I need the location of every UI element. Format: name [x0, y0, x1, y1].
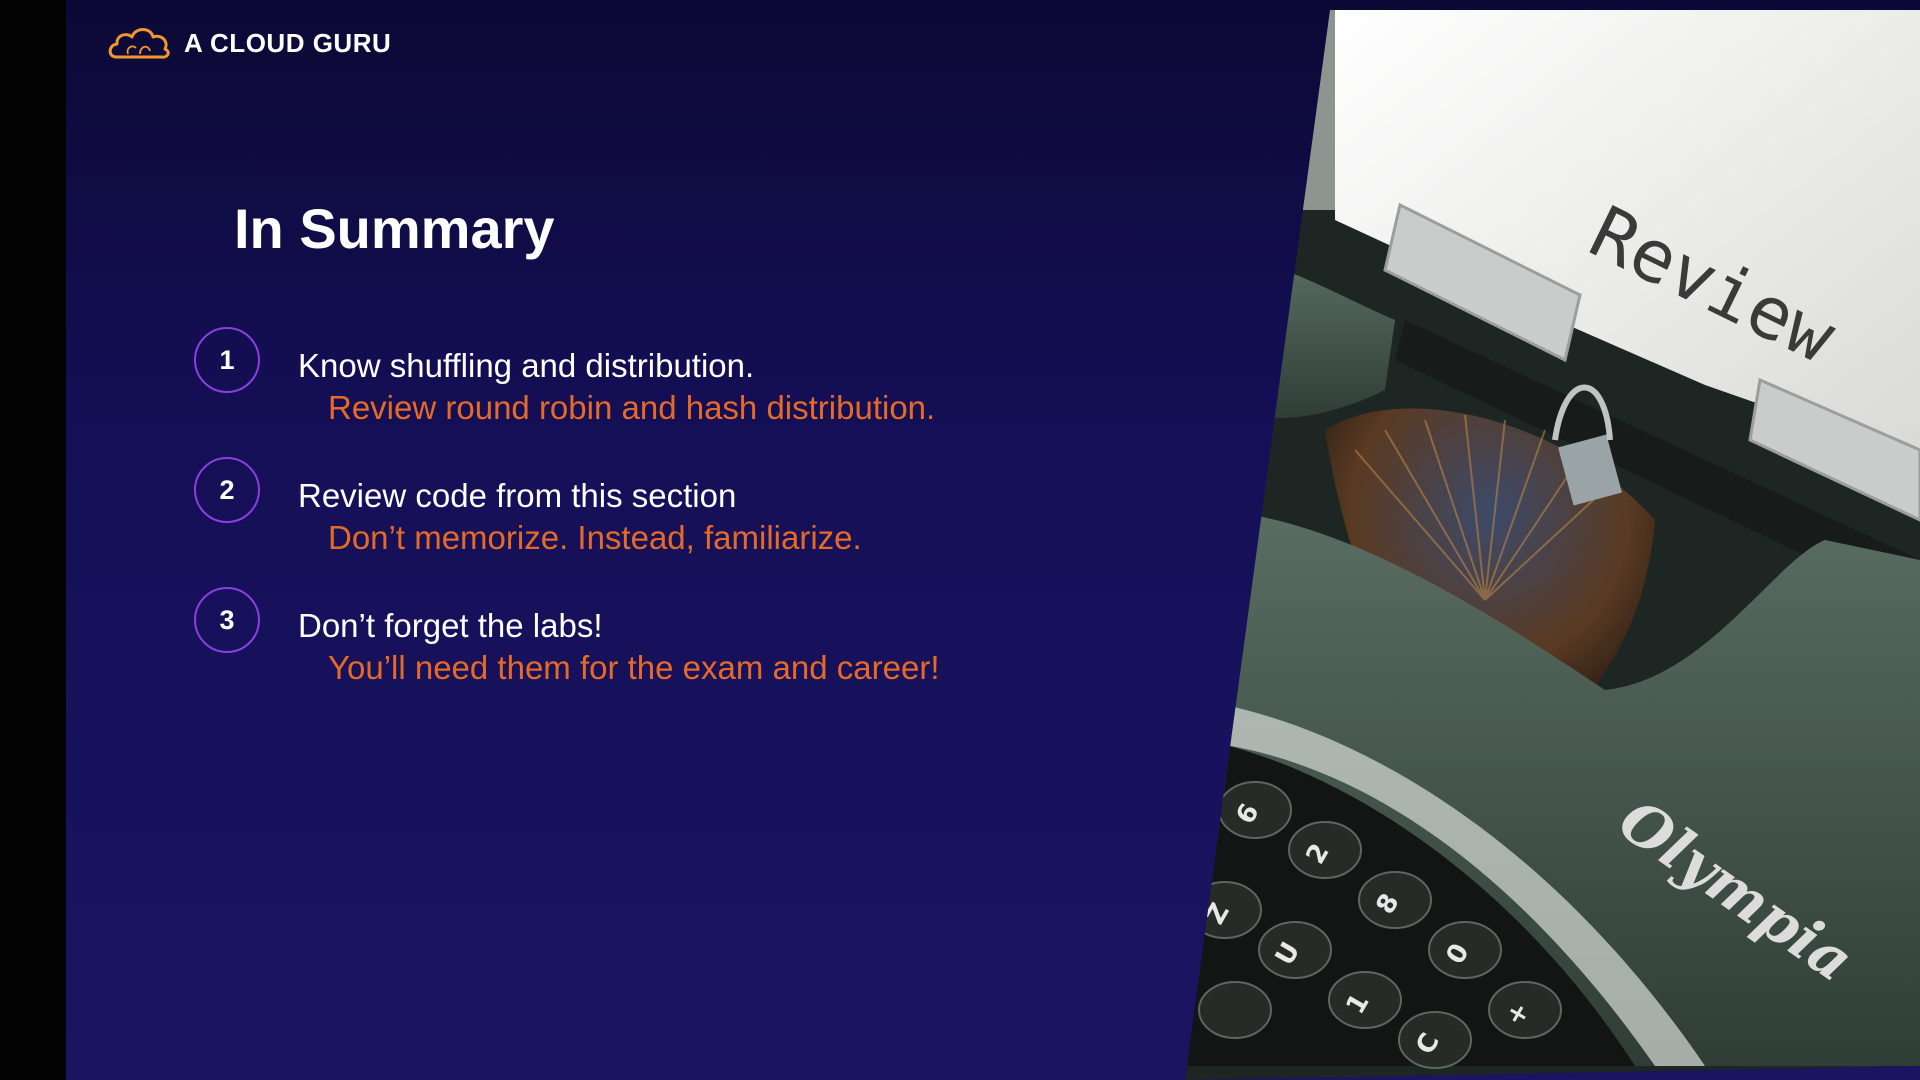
brand-header: A CLOUD GURU [106, 24, 391, 62]
item-detail: You’ll need them for the exam and career… [328, 649, 940, 686]
brand-name: A CLOUD GURU [184, 27, 392, 58]
item-heading: Review code from this section [298, 477, 737, 514]
item-heading: Don’t forget the labs! [298, 607, 603, 644]
item-number-badge: 1 [194, 327, 260, 393]
slide-title: In Summary [234, 197, 555, 260]
item-number-badge: 3 [194, 587, 260, 653]
item-number-badge: 2 [194, 457, 260, 523]
left-letterbox [0, 0, 66, 1080]
cloud-logo-icon [108, 28, 170, 59]
item-heading: Know shuffling and distribution. [298, 347, 755, 384]
item-detail: Review round robin and hash distribution… [328, 389, 936, 426]
item-detail: Don’t memorize. Instead, familiarize. [328, 519, 862, 556]
